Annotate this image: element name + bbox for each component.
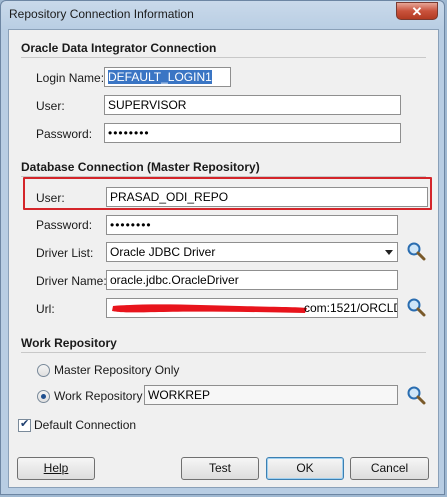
login-name-value: DEFAULT_LOGIN1: [108, 70, 212, 84]
work-repo-label: Work Repository: [54, 389, 143, 403]
test-button[interactable]: Test: [181, 457, 259, 480]
url-label: Url:: [36, 302, 55, 316]
ok-button[interactable]: OK: [266, 457, 344, 480]
db-user-label: User:: [36, 191, 65, 205]
odi-user-label: User:: [36, 99, 65, 113]
login-name-label: Login Name:: [36, 71, 105, 85]
driver-list-value: Oracle JDBC Driver: [110, 245, 216, 259]
dialog-window: Repository Connection Information ✕ Orac…: [0, 0, 445, 495]
odi-section-title: Oracle Data Integrator Connection: [21, 41, 217, 55]
redaction-mark: [112, 304, 307, 313]
default-connection-label: Default Connection: [34, 418, 137, 432]
help-button-label: Help: [43, 461, 69, 475]
url-input[interactable]: com:1521/ORCLDB: [106, 298, 398, 318]
work-repo-input[interactable]: WORKREP: [144, 385, 398, 405]
search-icon[interactable]: [406, 385, 426, 405]
window-title: Repository Connection Information: [9, 7, 194, 21]
db-user-input[interactable]: PRASAD_ODI_REPO: [106, 187, 428, 207]
master-repo-only-label: Master Repository Only: [54, 363, 180, 377]
search-icon[interactable]: [406, 241, 426, 261]
chevron-down-icon: [385, 250, 393, 255]
db-section-title: Database Connection (Master Repository): [21, 160, 260, 174]
search-icon[interactable]: [406, 297, 426, 317]
login-name-input[interactable]: DEFAULT_LOGIN1: [104, 67, 231, 87]
section-divider: [21, 57, 426, 58]
driver-name-input[interactable]: oracle.jdbc.OracleDriver: [106, 270, 398, 290]
odi-password-label: Password:: [36, 127, 93, 141]
url-visible-text: com:1521/ORCLDB: [304, 301, 397, 315]
title-bar: Repository Connection Information ✕: [1, 1, 444, 29]
dialog-body: Oracle Data Integrator Connection Login …: [8, 29, 439, 488]
help-button[interactable]: Help: [17, 457, 95, 480]
default-connection-checkbox[interactable]: [18, 417, 31, 432]
driver-list-select[interactable]: Oracle JDBC Driver: [106, 242, 398, 262]
cancel-button[interactable]: Cancel: [350, 457, 429, 480]
master-repo-only-radio[interactable]: [37, 364, 50, 377]
odi-user-input[interactable]: SUPERVISOR: [104, 95, 401, 115]
driver-list-label: Driver List:: [36, 246, 94, 260]
odi-password-input[interactable]: ••••••••: [104, 123, 401, 143]
close-button[interactable]: ✕: [396, 2, 438, 20]
section-divider: [21, 352, 426, 353]
db-password-input[interactable]: ••••••••: [106, 215, 398, 235]
db-password-label: Password:: [36, 218, 93, 232]
work-section-title: Work Repository: [21, 336, 117, 350]
work-repo-radio[interactable]: [37, 390, 50, 403]
driver-name-label: Driver Name:: [36, 274, 107, 288]
